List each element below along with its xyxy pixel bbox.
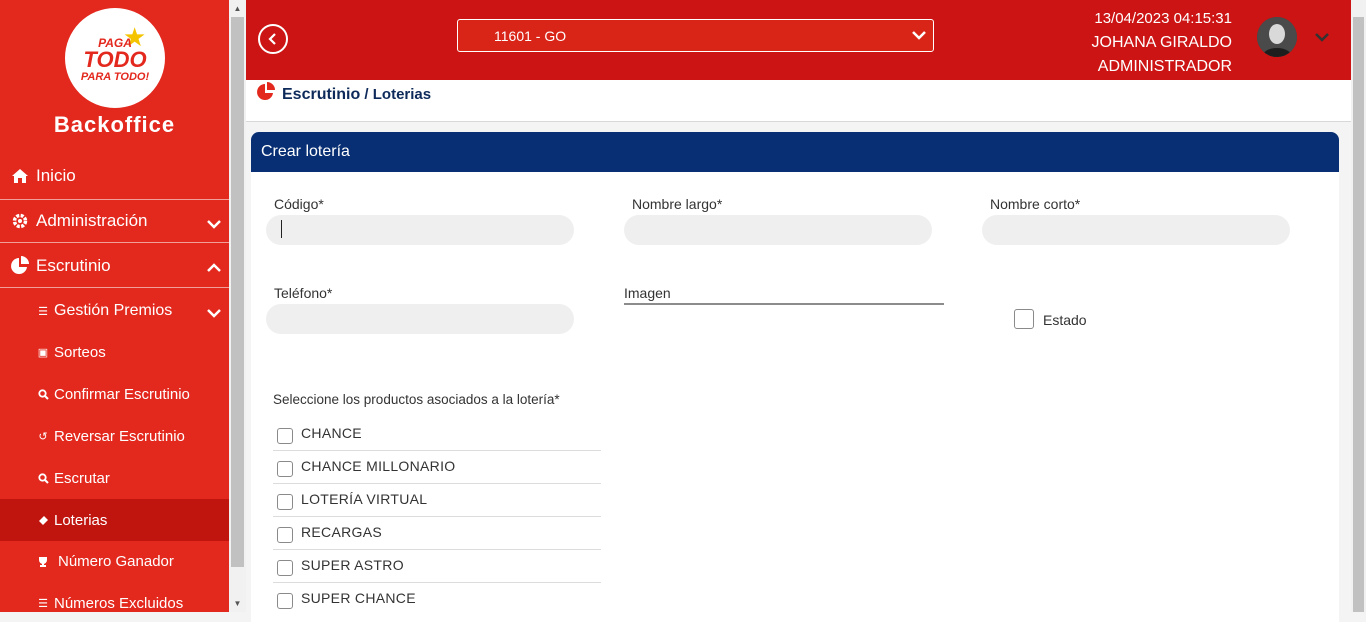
avatar[interactable] <box>1257 17 1297 57</box>
sidebar-item-label: Administración <box>36 211 148 230</box>
products-label: Seleccione los productos asociados a la … <box>273 392 560 407</box>
sidebar: ★ PAGA TODO PARA TODO! Backoffice Inicio… <box>0 0 229 612</box>
gear-icon <box>9 212 31 230</box>
sidebar-subitem-label: Sorteos <box>54 343 106 361</box>
chevron-left-icon <box>268 33 276 45</box>
sidebar-subitem-reversar-escrutinio[interactable]: ↺ Reversar Escrutinio <box>0 415 229 457</box>
top-header: 11601 - GO 13/04/2023 04:15:31 JOHANA GI… <box>246 0 1351 80</box>
product-label: CHANCE MILLONARIO <box>301 458 456 474</box>
header-user-name: JOHANA GIRALDO <box>1091 34 1232 51</box>
imagen-file-input[interactable] <box>624 303 944 305</box>
product-checkbox[interactable] <box>277 593 293 609</box>
sidebar-subitem-gestion-premios[interactable]: ☰ Gestión Premios <box>0 289 229 333</box>
logo-text: PAGA TODO PARA TODO! <box>65 36 165 84</box>
product-label: SUPER CHANCE <box>301 590 416 606</box>
sliders-icon: ☰ <box>38 305 48 318</box>
sidebar-item-label: Escrutinio <box>36 255 111 275</box>
sidebar-subitem-sorteos[interactable]: ▣ Sorteos <box>0 331 229 373</box>
paga-todo-logo: ★ PAGA TODO PARA TODO! <box>65 8 165 108</box>
nombre-corto-input[interactable] <box>982 215 1290 245</box>
sidebar-subitem-label: Escrutar <box>54 469 110 487</box>
product-row[interactable]: RECARGAS <box>273 517 601 550</box>
nombre-corto-label: Nombre corto* <box>990 196 1081 212</box>
sidebar-subitem-label: Loterias <box>54 511 108 529</box>
chevron-down-icon <box>911 28 927 44</box>
product-label: SUPER ASTRO <box>301 557 404 573</box>
product-checkbox[interactable] <box>277 428 293 444</box>
scroll-up-arrow-icon[interactable]: ▲ <box>229 0 246 17</box>
imagen-label: Imagen <box>624 285 671 301</box>
product-checkbox[interactable] <box>277 560 293 576</box>
header-user-role: ADMINISTRADOR <box>1097 58 1232 75</box>
branch-select[interactable]: 11601 - GO <box>457 19 934 52</box>
codigo-input[interactable] <box>266 215 574 245</box>
pie-chart-icon <box>9 255 31 276</box>
search-icon <box>36 388 50 400</box>
sidebar-subitem-numero-ganador[interactable]: Número Ganador <box>0 540 229 582</box>
sidebar-item-label: Inicio <box>36 166 76 185</box>
sidebar-subitem-label: Número Ganador <box>58 552 174 570</box>
sidebar-item-escrutinio[interactable]: Escrutinio <box>0 244 229 288</box>
breadcrumb: Escrutinio / Loterias <box>246 80 1351 122</box>
product-checkbox[interactable] <box>277 494 293 510</box>
product-row[interactable]: CHANCE <box>273 418 601 451</box>
product-row[interactable]: LOTERÍA VIRTUAL <box>273 484 601 517</box>
sidebar-subitem-escrutar[interactable]: Escrutar <box>0 457 229 499</box>
product-checkbox[interactable] <box>277 527 293 543</box>
chevron-down-icon <box>207 214 221 234</box>
estado-label: Estado <box>1043 312 1087 328</box>
user-menu-chevron-icon[interactable] <box>1314 30 1330 48</box>
breadcrumb-separator: / <box>360 86 373 103</box>
home-icon <box>9 168 31 184</box>
breadcrumb-text: Escrutinio / Loterias <box>282 86 431 104</box>
codigo-label: Código* <box>274 196 324 212</box>
sidebar-item-administracion[interactable]: Administración <box>0 199 229 243</box>
logo-line-2: TODO <box>83 47 147 72</box>
trophy-icon <box>36 556 50 567</box>
sidebar-item-inicio[interactable]: Inicio <box>0 154 229 198</box>
sidebar-subitem-label: Números Excluidos <box>54 594 184 612</box>
sidebar-subitem-label: Confirmar Escrutinio <box>54 385 190 403</box>
sidebar-scrollbar-thumb[interactable] <box>231 17 244 567</box>
product-checkbox[interactable] <box>277 461 293 477</box>
product-row[interactable]: SUPER ASTRO <box>273 550 601 583</box>
estado-checkbox[interactable] <box>1014 309 1034 329</box>
header-datetime: 13/04/2023 04:15:31 <box>1094 10 1232 27</box>
text-cursor <box>281 220 282 238</box>
undo-icon: ↺ <box>38 430 48 443</box>
brand-title: Backoffice <box>53 112 176 137</box>
breadcrumb-page: Loterias <box>372 86 432 103</box>
back-button[interactable] <box>258 24 288 54</box>
product-row[interactable]: CHANCE MILLONARIO <box>273 451 601 484</box>
chevron-down-icon <box>207 305 221 322</box>
sidebar-subitem-label: Gestión Premios <box>54 302 173 319</box>
sidebar-subitem-numeros-excluidos[interactable]: ☰ Números Excluidos <box>0 582 229 612</box>
sidebar-subitem-label: Reversar Escrutinio <box>54 427 185 445</box>
page-scrollbar-thumb[interactable] <box>1353 17 1364 612</box>
calendar-icon: ▣ <box>37 346 49 359</box>
chevron-up-icon <box>207 258 221 278</box>
nombre-largo-label: Nombre largo* <box>632 196 723 212</box>
pie-chart-icon <box>256 82 276 107</box>
scroll-down-arrow-icon[interactable]: ▼ <box>229 595 246 612</box>
ticket-icon <box>36 515 50 526</box>
product-row[interactable]: SUPER CHANCE <box>273 583 601 616</box>
product-label: RECARGAS <box>301 524 382 540</box>
sidebar-subitem-loterias[interactable]: Loterias <box>0 499 229 541</box>
list-icon: ☰ <box>38 597 48 610</box>
create-lottery-card: Crear lotería Código* Nombre largo* Nomb… <box>251 132 1339 622</box>
telefono-label: Teléfono* <box>274 285 333 301</box>
card-title: Crear lotería <box>251 132 1339 172</box>
product-label: CHANCE <box>301 425 362 441</box>
logo-line-3: PARA TODO! <box>80 71 150 83</box>
sidebar-subitem-confirmar-escrutinio[interactable]: Confirmar Escrutinio <box>0 373 229 415</box>
product-label: LOTERÍA VIRTUAL <box>301 491 428 507</box>
branch-select-value: 11601 - GO <box>494 27 567 44</box>
breadcrumb-section[interactable]: Escrutinio <box>282 86 360 103</box>
nombre-largo-input[interactable] <box>624 215 932 245</box>
telefono-input[interactable] <box>266 304 574 334</box>
search-icon <box>36 472 50 484</box>
